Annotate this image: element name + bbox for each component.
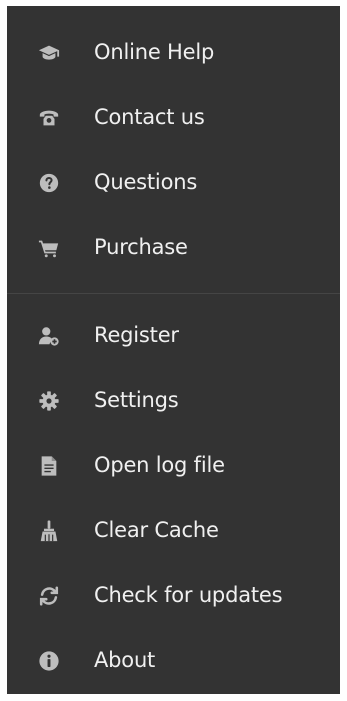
menu-item-label: Register [94, 323, 179, 347]
menu-item-label: Check for updates [94, 583, 283, 607]
menu-group-help: Online Help Contact us Questions Purchas… [7, 6, 340, 280]
gear-icon [35, 387, 63, 415]
menu-item-label: Contact us [94, 105, 205, 129]
menu-item-settings[interactable]: Settings [7, 368, 340, 433]
menu-item-online-help[interactable]: Online Help [7, 20, 340, 85]
menu-item-questions[interactable]: Questions [7, 150, 340, 215]
menu-divider [7, 293, 340, 294]
menu-item-label: Open log file [94, 453, 225, 477]
menu-item-contact-us[interactable]: Contact us [7, 85, 340, 150]
menu-item-clear-cache[interactable]: Clear Cache [7, 498, 340, 563]
menu-group-app: Register Settings Open log file Clear Ca… [7, 303, 340, 693]
refresh-icon [35, 582, 63, 610]
document-icon [35, 452, 63, 480]
user-add-icon [35, 322, 63, 350]
menu-item-label: Questions [94, 170, 198, 194]
menu-item-about[interactable]: About [7, 628, 340, 693]
menu-item-label: Settings [94, 388, 179, 412]
shopping-cart-icon [35, 234, 63, 262]
menu-item-open-log-file[interactable]: Open log file [7, 433, 340, 498]
menu-item-label: Purchase [94, 235, 188, 259]
menu-item-label: About [94, 648, 156, 672]
menu-item-label: Clear Cache [94, 518, 219, 542]
menu-item-check-for-updates[interactable]: Check for updates [7, 563, 340, 628]
broom-icon [35, 517, 63, 545]
question-circle-icon [35, 169, 63, 197]
info-circle-icon [35, 647, 63, 675]
menu-item-register[interactable]: Register [7, 303, 340, 368]
menu-item-purchase[interactable]: Purchase [7, 215, 340, 280]
context-menu: Online Help Contact us Questions Purchas… [7, 6, 340, 694]
telephone-icon [35, 104, 63, 132]
menu-item-label: Online Help [94, 40, 215, 64]
graduation-cap-icon [35, 39, 63, 67]
